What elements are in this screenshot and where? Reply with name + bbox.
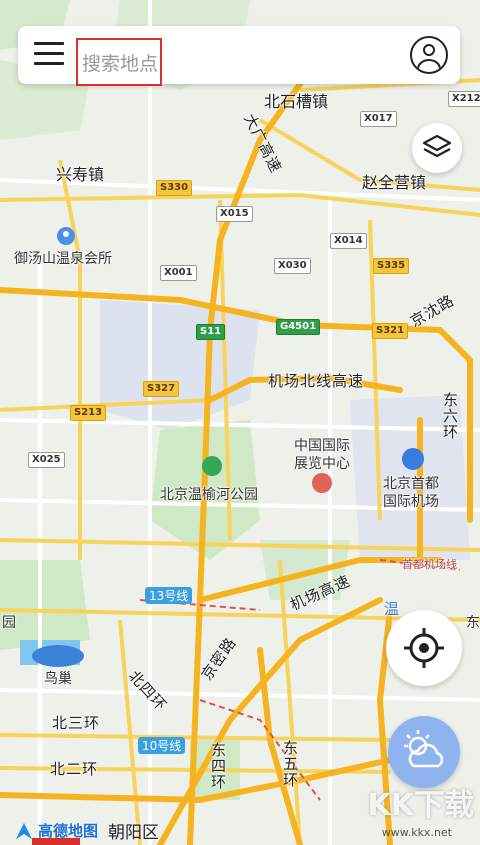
red-bar bbox=[32, 838, 80, 845]
road-badge: X212 bbox=[448, 91, 480, 107]
layers-icon bbox=[422, 134, 452, 158]
locate-button[interactable] bbox=[386, 610, 462, 686]
place-label: 北京温榆河公园 bbox=[160, 487, 258, 503]
metro-label: 首都机场线 bbox=[402, 558, 457, 571]
road-label: 东五环 bbox=[281, 740, 299, 788]
road-badge: S11 bbox=[196, 324, 226, 340]
place-label: 兴寿镇 bbox=[56, 165, 105, 184]
place-label: 北石槽镇 bbox=[264, 92, 329, 111]
road-label: 北三环 bbox=[52, 714, 101, 732]
search-input[interactable] bbox=[76, 38, 162, 86]
place-label: 东 bbox=[466, 615, 480, 631]
place-label: 展览中心 bbox=[294, 456, 350, 472]
watermark: KK下载 bbox=[367, 788, 475, 823]
place-label: 园 bbox=[2, 615, 16, 631]
road-badge: X001 bbox=[160, 265, 197, 281]
road-badge: X015 bbox=[216, 206, 253, 222]
road-badge: S213 bbox=[70, 405, 107, 421]
user-icon[interactable] bbox=[410, 36, 448, 74]
road-badge: S330 bbox=[156, 180, 193, 196]
road-label: 东四环 bbox=[209, 742, 227, 790]
metro-label: 10号线 bbox=[138, 737, 186, 754]
road-badge: X017 bbox=[360, 111, 397, 127]
layers-button[interactable] bbox=[412, 123, 462, 173]
road-label: 东六环 bbox=[441, 392, 459, 440]
road-badge: S321 bbox=[372, 323, 409, 339]
road-label: 机场北线高速 bbox=[268, 372, 365, 390]
place-label: 中国国际 bbox=[294, 438, 350, 454]
district-label: 朝阳区 bbox=[108, 823, 160, 843]
watermark-url: www.kkx.net bbox=[381, 826, 452, 839]
search-bar bbox=[18, 26, 460, 86]
place-label: 御汤山温泉会所 bbox=[14, 251, 112, 267]
place-label: 国际机场 bbox=[383, 494, 439, 510]
place-label: 鸟巢 bbox=[44, 671, 72, 687]
road-badge: G4501 bbox=[276, 319, 321, 335]
road-badge: X014 bbox=[330, 233, 367, 249]
road-badge: X025 bbox=[28, 452, 65, 468]
crosshair-icon bbox=[404, 628, 444, 668]
place-label: 北京首都 bbox=[383, 476, 439, 492]
weather-button[interactable] bbox=[388, 716, 460, 788]
road-label: 北二环 bbox=[50, 760, 99, 778]
weather-icon bbox=[404, 730, 444, 768]
menu-icon[interactable] bbox=[34, 42, 64, 68]
road-badge: S327 bbox=[143, 381, 180, 397]
navigation-arrow-icon bbox=[16, 822, 32, 839]
road-badge: X030 bbox=[274, 258, 311, 274]
road-badge: S335 bbox=[373, 258, 410, 274]
metro-label: 13号线 bbox=[145, 587, 193, 604]
